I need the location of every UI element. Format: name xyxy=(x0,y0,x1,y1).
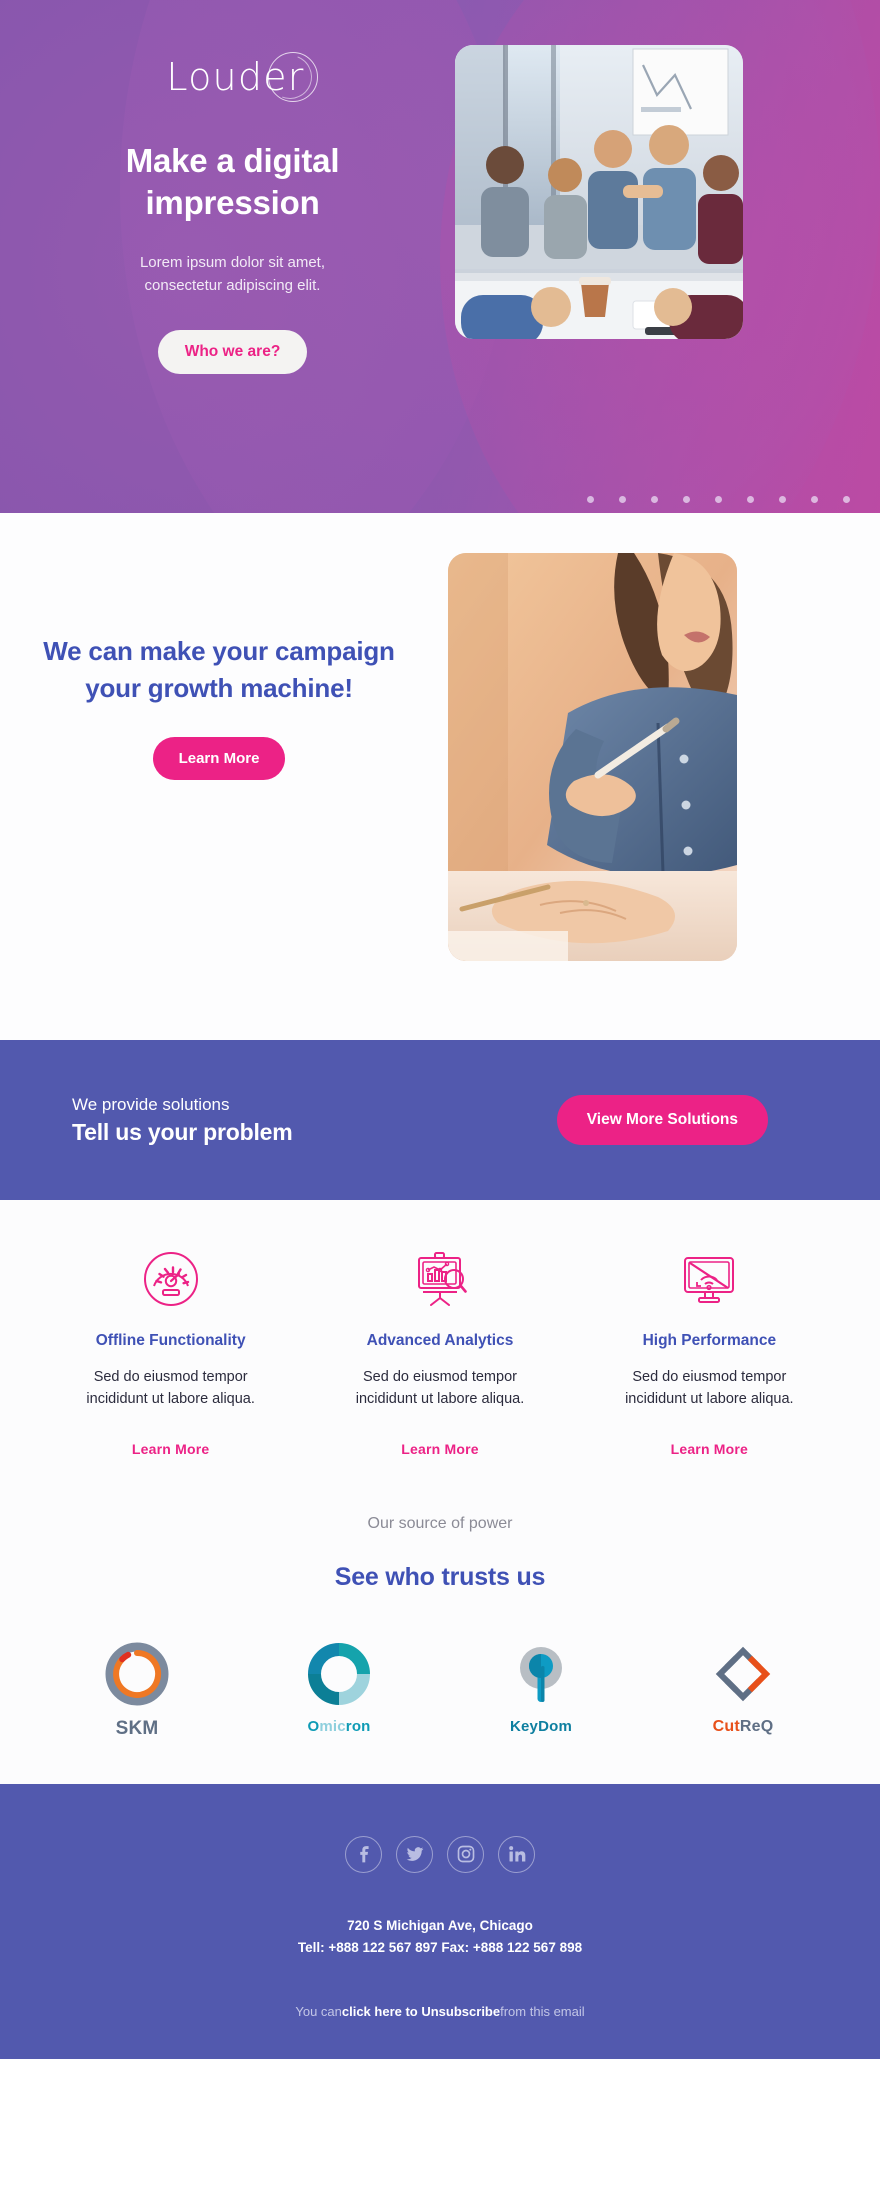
brand-name: SKM xyxy=(115,1717,159,1739)
brand-logo-omicron[interactable]: Omicron xyxy=(238,1638,440,1740)
unsubscribe-post: from this email xyxy=(500,2004,585,2020)
solutions-band-texts: We provide solutions Tell us your proble… xyxy=(72,1095,557,1146)
carousel-dot[interactable] xyxy=(715,496,722,503)
unsubscribe-row: You canclick here to Unsubscribefrom thi… xyxy=(36,2004,844,2019)
brand-name: Omicron xyxy=(307,1718,370,1735)
solutions-headline: Tell us your problem xyxy=(72,1118,293,1145)
facebook-link[interactable] xyxy=(345,1835,382,1873)
carousel-dot[interactable] xyxy=(587,496,594,503)
footer-contact: Tell: +888 122 567 897 Fax: +888 122 567… xyxy=(297,1939,583,1955)
skm-double-ring-logo-icon xyxy=(105,1638,169,1710)
brand-name-accent: Cut xyxy=(712,1717,740,1735)
features-section: Offline Functionality Sed do eiusmod tem… xyxy=(0,1200,880,1459)
feature-desc-line-1: Sed do eiusmod tempor xyxy=(632,1369,787,1385)
hero-subtitle: Lorem ipsum dolor sit amet, consectetur … xyxy=(40,252,425,298)
feature-desc-line-2: incididunt ut labore aliqua. xyxy=(625,1391,794,1408)
brand-name: KeyDom xyxy=(509,1717,573,1735)
campaign-section: We can make your campaign your growth ma… xyxy=(0,513,880,1040)
woman-pointing-photo-graphic xyxy=(448,553,737,961)
solutions-band: We provide solutions Tell us your proble… xyxy=(0,1040,880,1200)
social-links-row xyxy=(36,1835,844,1873)
campaign-title-line-2: your growth machine! xyxy=(85,672,353,703)
brand-name-rest: ron xyxy=(345,1717,371,1735)
carousel-dot[interactable] xyxy=(683,496,690,503)
campaign-title: We can make your campaign your growth ma… xyxy=(10,633,428,707)
campaign-title-line-1: We can make your campaign xyxy=(43,636,395,666)
trust-kicker: Our source of power xyxy=(367,1514,513,1532)
team-meeting-photo-graphic xyxy=(455,45,743,339)
hero-subtitle-line-2: consectetur adipiscing elit. xyxy=(144,277,321,295)
feature-desc: Sed do eiusmod tempor incididunt ut labo… xyxy=(319,1366,560,1411)
cutreq-diamond-chevrons-logo-icon xyxy=(711,1638,775,1710)
carousel-dot[interactable] xyxy=(747,496,754,503)
carousel-dot[interactable] xyxy=(811,496,818,503)
feature-desc: Sed do eiusmod tempor incididunt ut labo… xyxy=(50,1366,291,1411)
hero-image-wrap xyxy=(455,0,880,513)
feature-title: High Performance xyxy=(642,1332,777,1349)
hero-title: Make a digital impression xyxy=(40,140,425,224)
campaign-image-wrap xyxy=(448,513,880,1040)
team-meeting-photo xyxy=(455,45,743,339)
feature-desc-line-1: Sed do eiusmod tempor xyxy=(93,1369,248,1385)
brand-logos-row: SKM Omicron KeyDom CutReQ xyxy=(36,1638,844,1740)
carousel-dot[interactable] xyxy=(779,496,786,503)
feature-card: High Performance Sed do eiusmod tempor i… xyxy=(575,1248,844,1459)
feature-learn-more-link[interactable]: Learn More xyxy=(132,1441,209,1457)
hero-content: Louder Make a digital impression Lorem i… xyxy=(0,0,455,513)
keydom-key-in-circle-logo-icon xyxy=(509,1638,573,1710)
feature-title: Offline Functionality xyxy=(95,1332,246,1349)
monitor-wifi-slash-icon xyxy=(589,1248,830,1310)
view-more-solutions-button[interactable]: View More Solutions xyxy=(556,1095,768,1145)
carousel-dot[interactable] xyxy=(619,496,626,503)
woman-pointing-at-screen-photo xyxy=(448,553,737,961)
feature-desc-line-2: incididunt ut labore aliqua. xyxy=(355,1391,525,1408)
feature-learn-more-link[interactable]: Learn More xyxy=(401,1441,478,1457)
presentation-chart-magnifier-icon xyxy=(319,1248,560,1310)
feature-desc-line-2: incididunt ut labore aliqua. xyxy=(86,1391,255,1408)
brand-name: CutReQ xyxy=(713,1718,774,1736)
feature-desc: Sed do eiusmod tempor incididunt ut labo… xyxy=(589,1366,830,1411)
brand-name-mid: mic xyxy=(319,1717,346,1735)
carousel-dot[interactable] xyxy=(843,496,850,503)
brand-logo-keydom[interactable]: KeyDom xyxy=(440,1638,642,1740)
brand-name-rest: ReQ xyxy=(739,1717,774,1735)
feature-desc-line-1: Sed do eiusmod tempor xyxy=(363,1369,517,1385)
hero-title-line-1: Make a digital xyxy=(125,142,340,179)
linkedin-icon xyxy=(508,1846,525,1862)
brand-logo[interactable]: Louder xyxy=(166,47,319,107)
email-page: Louder Make a digital impression Lorem i… xyxy=(0,0,880,2190)
solutions-kicker: We provide solutions xyxy=(72,1094,230,1114)
brand-logo-text: Louder xyxy=(166,55,305,99)
hero-title-line-2: impression xyxy=(145,184,320,222)
feature-card: Advanced Analytics Sed do eiusmod tempor… xyxy=(305,1248,574,1459)
instagram-icon xyxy=(457,1846,474,1863)
brand-logo-skm[interactable]: SKM xyxy=(36,1638,238,1740)
hero-carousel-dots[interactable] xyxy=(587,496,850,503)
brand-name-accent: O xyxy=(307,1717,320,1735)
instagram-link[interactable] xyxy=(447,1835,484,1873)
twitter-icon xyxy=(406,1847,423,1862)
who-we-are-button[interactable]: Who we are? xyxy=(157,330,308,375)
unsubscribe-link[interactable]: click here to Unsubscribe xyxy=(342,2004,500,2019)
linkedin-link[interactable] xyxy=(498,1835,535,1873)
unsubscribe-pre: You can xyxy=(295,2004,342,2020)
trust-section: Our source of power See who trusts us SK… xyxy=(0,1458,880,1784)
hero-section: Louder Make a digital impression Lorem i… xyxy=(0,0,880,513)
campaign-content: We can make your campaign your growth ma… xyxy=(0,513,448,1040)
twitter-link[interactable] xyxy=(396,1835,433,1873)
features-row: Offline Functionality Sed do eiusmod tem… xyxy=(36,1248,844,1459)
speedometer-gauge-icon xyxy=(50,1248,291,1310)
trust-title: See who trusts us xyxy=(334,1562,546,1591)
brand-logo-cutreq[interactable]: CutReQ xyxy=(642,1638,844,1740)
carousel-dot[interactable] xyxy=(651,496,658,503)
facebook-icon xyxy=(359,1846,369,1863)
campaign-learn-more-button[interactable]: Learn More xyxy=(152,736,286,780)
feature-learn-more-link[interactable]: Learn More xyxy=(671,1441,748,1457)
feature-title: Advanced Analytics xyxy=(366,1332,514,1349)
footer-section: 720 S Michigan Ave, Chicago Tell: +888 1… xyxy=(0,1783,880,2060)
omicron-segmented-donut-logo-icon xyxy=(307,1638,371,1710)
footer-address: 720 S Michigan Ave, Chicago xyxy=(347,1917,533,1933)
feature-card: Offline Functionality Sed do eiusmod tem… xyxy=(36,1248,305,1459)
hero-subtitle-line-1: Lorem ipsum dolor sit amet, xyxy=(139,254,326,272)
